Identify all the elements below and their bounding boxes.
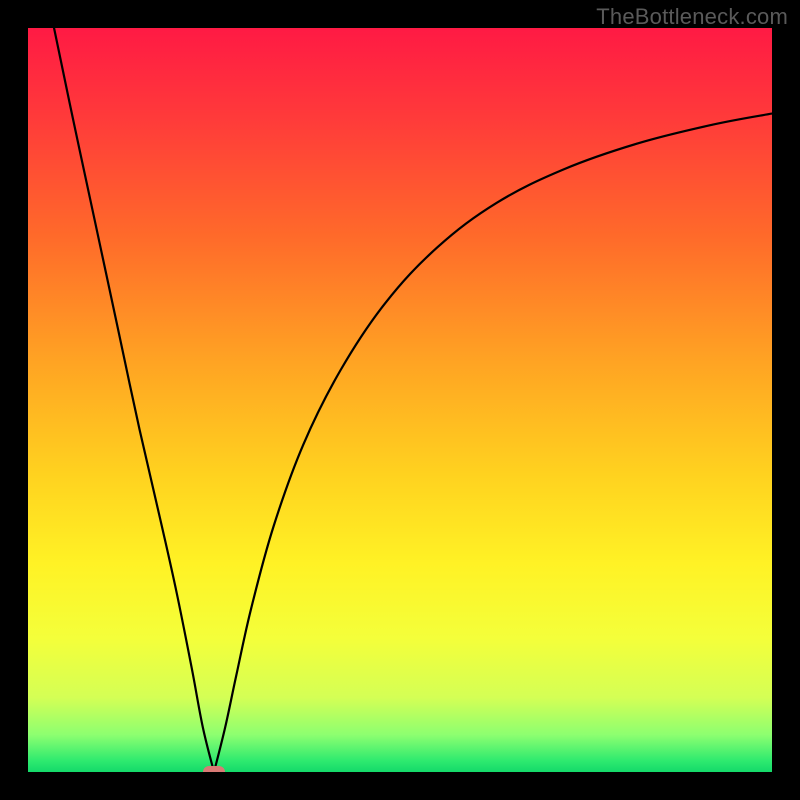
optimum-marker [203,766,225,772]
bottleneck-curve [28,28,772,772]
watermark-text: TheBottleneck.com [596,4,788,30]
outer-frame: TheBottleneck.com [0,0,800,800]
plot-area [28,28,772,772]
